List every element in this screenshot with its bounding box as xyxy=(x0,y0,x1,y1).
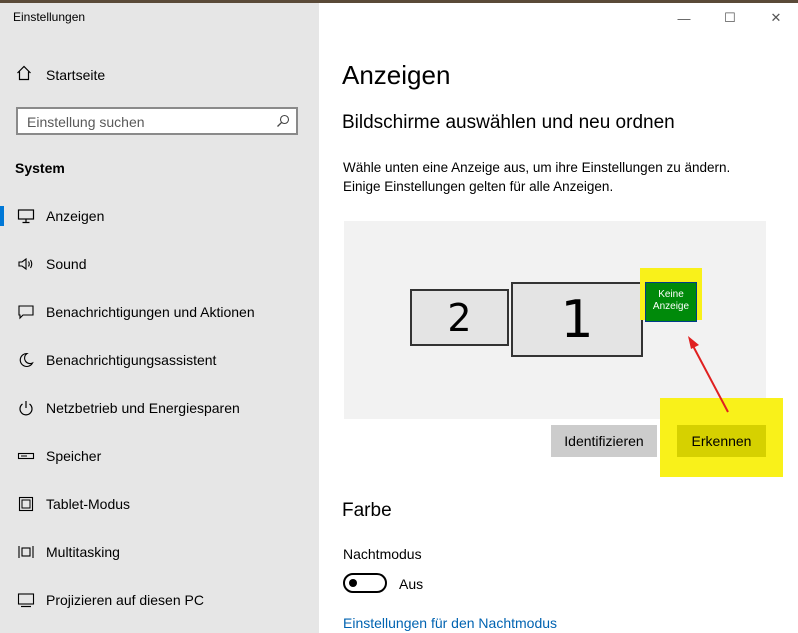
close-button[interactable]: ✕ xyxy=(753,6,798,30)
sidebar-item-storage[interactable]: Speicher xyxy=(0,438,319,474)
annotation-arrow xyxy=(688,336,729,413)
sidebar-item-label: Benachrichtigungsassistent xyxy=(46,352,217,368)
description-line-1: Wähle unten eine Anzeige aus, um ihre Ei… xyxy=(343,160,731,175)
no-display-tile[interactable]: Keine Anzeige xyxy=(645,282,697,322)
sidebar-item-label: Netzbetrieb und Energiesparen xyxy=(46,400,240,416)
sidebar-item-label: Speicher xyxy=(46,448,102,464)
selection-indicator xyxy=(0,206,4,226)
sidebar-item-label: Sound xyxy=(46,256,87,272)
search-input[interactable]: Einstellung suchen xyxy=(16,107,298,135)
moon-icon xyxy=(16,350,36,370)
sidebar-item-focus-assist[interactable]: Benachrichtigungsassistent xyxy=(0,342,319,378)
description: Wähle unten eine Anzeige aus, um ihre Ei… xyxy=(343,158,783,196)
sidebar-item-label: Tablet-Modus xyxy=(46,496,131,512)
storage-icon xyxy=(16,446,36,466)
monitor-icon xyxy=(16,206,36,226)
home-icon xyxy=(16,65,32,86)
sidebar-item-sound[interactable]: Sound xyxy=(0,246,319,282)
notification-icon xyxy=(16,302,36,322)
sidebar-item-label: Multitasking xyxy=(46,544,120,560)
no-display-line-2: Anzeige xyxy=(652,301,690,312)
home-label: Startseite xyxy=(46,67,106,83)
sidebar-item-anzeigen[interactable]: Anzeigen xyxy=(0,198,319,234)
no-display-line-1: Keine xyxy=(658,289,684,300)
night-mode-state: Aus xyxy=(399,576,424,592)
sidebar-item-label: Benachrichtigungen und Aktionen xyxy=(46,304,255,320)
section-title-system: System xyxy=(15,160,65,176)
identify-button[interactable]: Identifizieren xyxy=(551,425,657,457)
detect-button[interactable]: Erkennen xyxy=(677,425,766,457)
monitor-1-tile[interactable]: 1 xyxy=(511,282,643,357)
toggle-knob xyxy=(349,579,357,587)
sidebar-item-label: Anzeigen xyxy=(46,208,105,224)
home-nav-item[interactable]: Startseite xyxy=(16,63,105,87)
sidebar-item-power[interactable]: Netzbetrieb und Energiesparen xyxy=(0,390,319,426)
night-mode-toggle[interactable] xyxy=(343,573,387,593)
minimize-button[interactable]: — xyxy=(661,6,707,30)
search-placeholder: Einstellung suchen xyxy=(27,114,145,130)
night-mode-label: Nachtmodus xyxy=(343,546,422,562)
sidebar-item-multitasking[interactable]: Multitasking xyxy=(0,534,319,570)
speaker-icon xyxy=(16,254,36,274)
window-title: Einstellungen xyxy=(13,10,86,24)
projection-icon xyxy=(16,590,36,610)
multitasking-icon xyxy=(16,542,36,562)
section-heading-color: Farbe xyxy=(342,500,392,521)
search-icon[interactable] xyxy=(276,114,290,133)
sidebar-item-projection[interactable]: Projizieren auf diesen PC xyxy=(0,582,319,618)
night-mode-settings-link[interactable]: Einstellungen für den Nachtmodus xyxy=(343,615,557,631)
tablet-icon xyxy=(16,494,36,514)
power-icon xyxy=(16,398,36,418)
sidebar-item-label: Projizieren auf diesen PC xyxy=(46,592,204,608)
description-line-2: Einige Einstellungen gelten für alle Anz… xyxy=(343,179,614,194)
monitor-2-tile[interactable]: 2 xyxy=(410,289,509,346)
maximize-button[interactable]: ☐ xyxy=(707,6,753,30)
sidebar-item-notifications[interactable]: Benachrichtigungen und Aktionen xyxy=(0,294,319,330)
page-title: Anzeigen xyxy=(342,60,451,90)
section-heading-displays: Bildschirme auswählen und neu ordnen xyxy=(342,112,675,133)
sidebar-item-tablet-mode[interactable]: Tablet-Modus xyxy=(0,486,319,522)
